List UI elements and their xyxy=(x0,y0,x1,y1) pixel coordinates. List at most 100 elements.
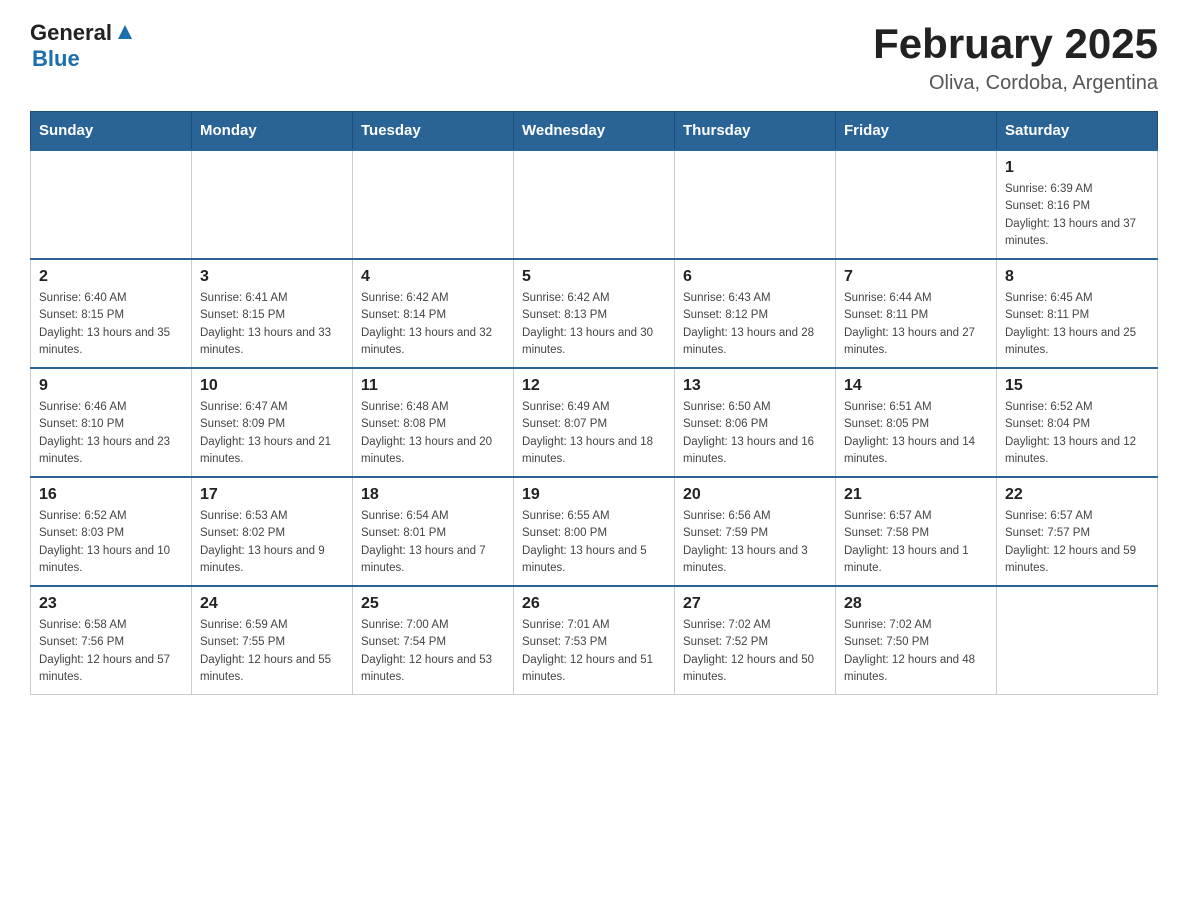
day-cell: 10Sunrise: 6:47 AMSunset: 8:09 PMDayligh… xyxy=(192,368,353,477)
day-cell: 20Sunrise: 6:56 AMSunset: 7:59 PMDayligh… xyxy=(675,477,836,586)
day-info: Sunrise: 6:46 AMSunset: 8:10 PMDaylight:… xyxy=(39,399,183,468)
day-number: 6 xyxy=(683,268,827,286)
week-row-5: 23 Sunrise: 6:58 AMSunset: 7:56 PMDayligh… xyxy=(31,586,1158,695)
day-info: Sunrise: 7:01 AMSunset: 7:53 PMDaylight:… xyxy=(522,617,666,686)
day-info: Sunrise: 7:00 AMSunset: 7:54 PMDaylight:… xyxy=(361,617,505,686)
day-cell xyxy=(192,150,353,259)
day-info: Sunrise: 7:02 AMSunset: 7:50 PMDaylight:… xyxy=(844,617,988,686)
day-cell: 11 Sunrise: 6:48 AMSunset: 8:08 PMDayligh… xyxy=(353,368,514,477)
column-header-wednesday: Wednesday xyxy=(514,112,675,151)
day-number: 4 xyxy=(361,268,505,286)
day-cell: 18 Sunrise: 6:54 AMSunset: 8:01 PMDayligh… xyxy=(353,477,514,586)
day-number: 13 xyxy=(683,377,827,395)
day-number: 24 xyxy=(200,595,344,613)
day-cell xyxy=(997,586,1158,695)
day-cell: 15 Sunrise: 6:52 AMSunset: 8:04 PMDayligh… xyxy=(997,368,1158,477)
day-cell: 7 Sunrise: 6:44 AMSunset: 8:11 PMDaylight… xyxy=(836,259,997,368)
day-info: Sunrise: 6:51 AMSunset: 8:05 PMDaylight:… xyxy=(844,399,988,468)
day-number: 26 xyxy=(522,595,666,613)
week-row-2: 2 Sunrise: 6:40 AMSunset: 8:15 PMDaylight… xyxy=(31,259,1158,368)
day-number: 2 xyxy=(39,268,183,286)
column-header-tuesday: Tuesday xyxy=(353,112,514,151)
day-info: Sunrise: 6:44 AMSunset: 8:11 PMDaylight:… xyxy=(844,290,988,359)
day-cell xyxy=(675,150,836,259)
day-cell: 19Sunrise: 6:55 AMSunset: 8:00 PMDayligh… xyxy=(514,477,675,586)
day-number: 27 xyxy=(683,595,827,613)
day-info: Sunrise: 6:56 AMSunset: 7:59 PMDaylight:… xyxy=(683,508,827,577)
day-number: 17 xyxy=(200,486,344,504)
day-cell: 24 Sunrise: 6:59 AMSunset: 7:55 PMDayligh… xyxy=(192,586,353,695)
week-row-3: 9 Sunrise: 6:46 AMSunset: 8:10 PMDaylight… xyxy=(31,368,1158,477)
calendar-subtitle: Oliva, Cordoba, Argentina xyxy=(873,72,1158,95)
day-info: Sunrise: 6:57 AMSunset: 7:58 PMDaylight:… xyxy=(844,508,988,577)
week-row-4: 16Sunrise: 6:52 AMSunset: 8:03 PMDayligh… xyxy=(31,477,1158,586)
day-number: 5 xyxy=(522,268,666,286)
calendar-title: February 2025 xyxy=(873,20,1158,68)
day-cell: 8Sunrise: 6:45 AMSunset: 8:11 PMDaylight… xyxy=(997,259,1158,368)
day-cell: 4 Sunrise: 6:42 AMSunset: 8:14 PMDaylight… xyxy=(353,259,514,368)
day-info: Sunrise: 6:53 AMSunset: 8:02 PMDaylight:… xyxy=(200,508,344,577)
logo-triangle-icon xyxy=(114,21,136,43)
day-info: Sunrise: 6:48 AMSunset: 8:08 PMDaylight:… xyxy=(361,399,505,468)
day-cell: 3 Sunrise: 6:41 AMSunset: 8:15 PMDaylight… xyxy=(192,259,353,368)
day-number: 22 xyxy=(1005,486,1149,504)
day-info: Sunrise: 6:54 AMSunset: 8:01 PMDaylight:… xyxy=(361,508,505,577)
day-cell: 16Sunrise: 6:52 AMSunset: 8:03 PMDayligh… xyxy=(31,477,192,586)
day-info: Sunrise: 6:41 AMSunset: 8:15 PMDaylight:… xyxy=(200,290,344,359)
day-number: 3 xyxy=(200,268,344,286)
day-number: 23 xyxy=(39,595,183,613)
day-info: Sunrise: 6:50 AMSunset: 8:06 PMDaylight:… xyxy=(683,399,827,468)
day-info: Sunrise: 6:52 AMSunset: 8:04 PMDaylight:… xyxy=(1005,399,1149,468)
day-cell: 26 Sunrise: 7:01 AMSunset: 7:53 PMDayligh… xyxy=(514,586,675,695)
day-cell: 13 Sunrise: 6:50 AMSunset: 8:06 PMDayligh… xyxy=(675,368,836,477)
day-cell: 28 Sunrise: 7:02 AMSunset: 7:50 PMDayligh… xyxy=(836,586,997,695)
day-number: 15 xyxy=(1005,377,1149,395)
day-cell: 22 Sunrise: 6:57 AMSunset: 7:57 PMDayligh… xyxy=(997,477,1158,586)
day-info: Sunrise: 6:59 AMSunset: 7:55 PMDaylight:… xyxy=(200,617,344,686)
day-cell xyxy=(31,150,192,259)
day-cell: 17 Sunrise: 6:53 AMSunset: 8:02 PMDayligh… xyxy=(192,477,353,586)
day-info: Sunrise: 6:39 AMSunset: 8:16 PMDaylight:… xyxy=(1005,181,1149,250)
day-cell: 1 Sunrise: 6:39 AMSunset: 8:16 PMDaylight… xyxy=(997,150,1158,259)
day-info: Sunrise: 6:40 AMSunset: 8:15 PMDaylight:… xyxy=(39,290,183,359)
day-info: Sunrise: 7:02 AMSunset: 7:52 PMDaylight:… xyxy=(683,617,827,686)
day-cell xyxy=(353,150,514,259)
column-header-thursday: Thursday xyxy=(675,112,836,151)
page-header: General Blue February 2025 Oliva, Cordob… xyxy=(30,20,1158,95)
week-row-1: 1 Sunrise: 6:39 AMSunset: 8:16 PMDaylight… xyxy=(31,150,1158,259)
day-info: Sunrise: 6:49 AMSunset: 8:07 PMDaylight:… xyxy=(522,399,666,468)
column-header-sunday: Sunday xyxy=(31,112,192,151)
logo-general-text: General xyxy=(30,20,112,46)
day-cell: 12 Sunrise: 6:49 AMSunset: 8:07 PMDayligh… xyxy=(514,368,675,477)
day-info: Sunrise: 6:42 AMSunset: 8:13 PMDaylight:… xyxy=(522,290,666,359)
day-number: 11 xyxy=(361,377,505,395)
day-cell: 9 Sunrise: 6:46 AMSunset: 8:10 PMDaylight… xyxy=(31,368,192,477)
day-cell: 27 Sunrise: 7:02 AMSunset: 7:52 PMDayligh… xyxy=(675,586,836,695)
day-cell: 6 Sunrise: 6:43 AMSunset: 8:12 PMDaylight… xyxy=(675,259,836,368)
column-header-friday: Friday xyxy=(836,112,997,151)
day-number: 25 xyxy=(361,595,505,613)
day-info: Sunrise: 6:42 AMSunset: 8:14 PMDaylight:… xyxy=(361,290,505,359)
day-cell xyxy=(514,150,675,259)
day-number: 7 xyxy=(844,268,988,286)
day-cell: 5 Sunrise: 6:42 AMSunset: 8:13 PMDaylight… xyxy=(514,259,675,368)
day-number: 21 xyxy=(844,486,988,504)
day-info: Sunrise: 6:57 AMSunset: 7:57 PMDaylight:… xyxy=(1005,508,1149,577)
day-number: 8 xyxy=(1005,268,1149,286)
day-number: 18 xyxy=(361,486,505,504)
day-number: 12 xyxy=(522,377,666,395)
day-number: 9 xyxy=(39,377,183,395)
day-number: 28 xyxy=(844,595,988,613)
title-block: February 2025 Oliva, Cordoba, Argentina xyxy=(873,20,1158,95)
day-cell xyxy=(836,150,997,259)
day-number: 1 xyxy=(1005,159,1149,177)
day-info: Sunrise: 6:47 AMSunset: 8:09 PMDaylight:… xyxy=(200,399,344,468)
day-cell: 25 Sunrise: 7:00 AMSunset: 7:54 PMDayligh… xyxy=(353,586,514,695)
day-cell: 23 Sunrise: 6:58 AMSunset: 7:56 PMDayligh… xyxy=(31,586,192,695)
day-number: 19 xyxy=(522,486,666,504)
day-number: 16 xyxy=(39,486,183,504)
day-info: Sunrise: 6:43 AMSunset: 8:12 PMDaylight:… xyxy=(683,290,827,359)
logo-blue-text: Blue xyxy=(32,46,80,72)
day-info: Sunrise: 6:58 AMSunset: 7:56 PMDaylight:… xyxy=(39,617,183,686)
day-cell: 14Sunrise: 6:51 AMSunset: 8:05 PMDayligh… xyxy=(836,368,997,477)
